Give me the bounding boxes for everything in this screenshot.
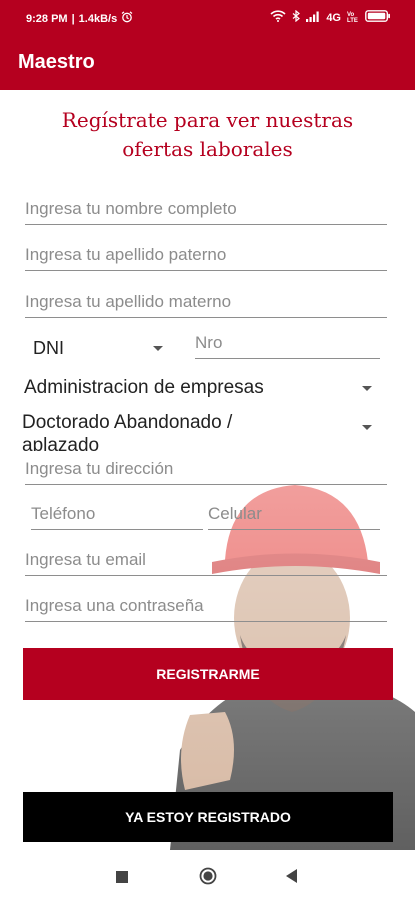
bluetooth-icon (292, 9, 301, 25)
education-level-value: Doctorado Abandonado / aplazado (22, 412, 233, 451)
battery-icon (365, 10, 391, 25)
status-time: 9:28 PM (26, 12, 68, 25)
back-icon[interactable] (286, 869, 298, 888)
maternal-surname-field[interactable] (25, 289, 387, 318)
navigation-bar (0, 850, 415, 900)
home-icon[interactable] (199, 867, 217, 890)
password-input[interactable] (25, 593, 387, 619)
app-title: Maestro (18, 51, 95, 73)
already-registered-button[interactable]: YA ESTOY REGISTRADO (23, 792, 393, 842)
chevron-down-icon (362, 425, 372, 430)
career-value: Administracion de empresas (24, 377, 264, 398)
mobile-input[interactable] (208, 501, 380, 527)
volte-label: Vo LTE (347, 11, 358, 24)
chevron-down-icon (362, 386, 372, 391)
email-field[interactable] (25, 547, 387, 576)
wifi-icon (270, 10, 286, 25)
mobile-field[interactable] (208, 501, 380, 530)
career-select[interactable]: Administracion de empresas (24, 377, 374, 401)
register-button[interactable]: REGISTRARME (23, 648, 393, 700)
page-heading: Regístrate para ver nuestras ofertas lab… (61, 108, 354, 161)
full-name-field[interactable] (25, 196, 387, 225)
recent-apps-icon[interactable] (116, 870, 128, 888)
password-field[interactable] (25, 593, 387, 622)
document-type-select[interactable]: DNI (33, 338, 168, 362)
document-number-input[interactable] (195, 330, 380, 356)
phone-field[interactable] (31, 501, 203, 530)
address-field[interactable] (25, 456, 387, 485)
alarm-icon (121, 11, 133, 26)
paternal-surname-field[interactable] (25, 242, 387, 271)
network-speed: 1.4kB/s (78, 12, 118, 25)
address-input[interactable] (25, 456, 387, 482)
chevron-down-icon (153, 346, 163, 351)
status-bar: 9:28 PM | 1.4kB/s 4G Vo LTE (0, 0, 415, 36)
network-type: 4G (326, 11, 341, 24)
registration-screen: Regístrate para ver nuestras ofertas lab… (0, 90, 415, 850)
signal-icon (306, 11, 320, 25)
document-number-field[interactable] (195, 330, 380, 359)
email-input[interactable] (25, 547, 387, 573)
phone-input[interactable] (31, 501, 203, 527)
document-type-value: DNI (33, 338, 64, 358)
app-bar: Maestro (0, 36, 415, 90)
paternal-surname-input[interactable] (25, 242, 387, 268)
education-level-select[interactable]: Doctorado Abandonado / aplazado (22, 411, 374, 451)
full-name-input[interactable] (25, 196, 387, 222)
maternal-surname-input[interactable] (25, 289, 387, 315)
